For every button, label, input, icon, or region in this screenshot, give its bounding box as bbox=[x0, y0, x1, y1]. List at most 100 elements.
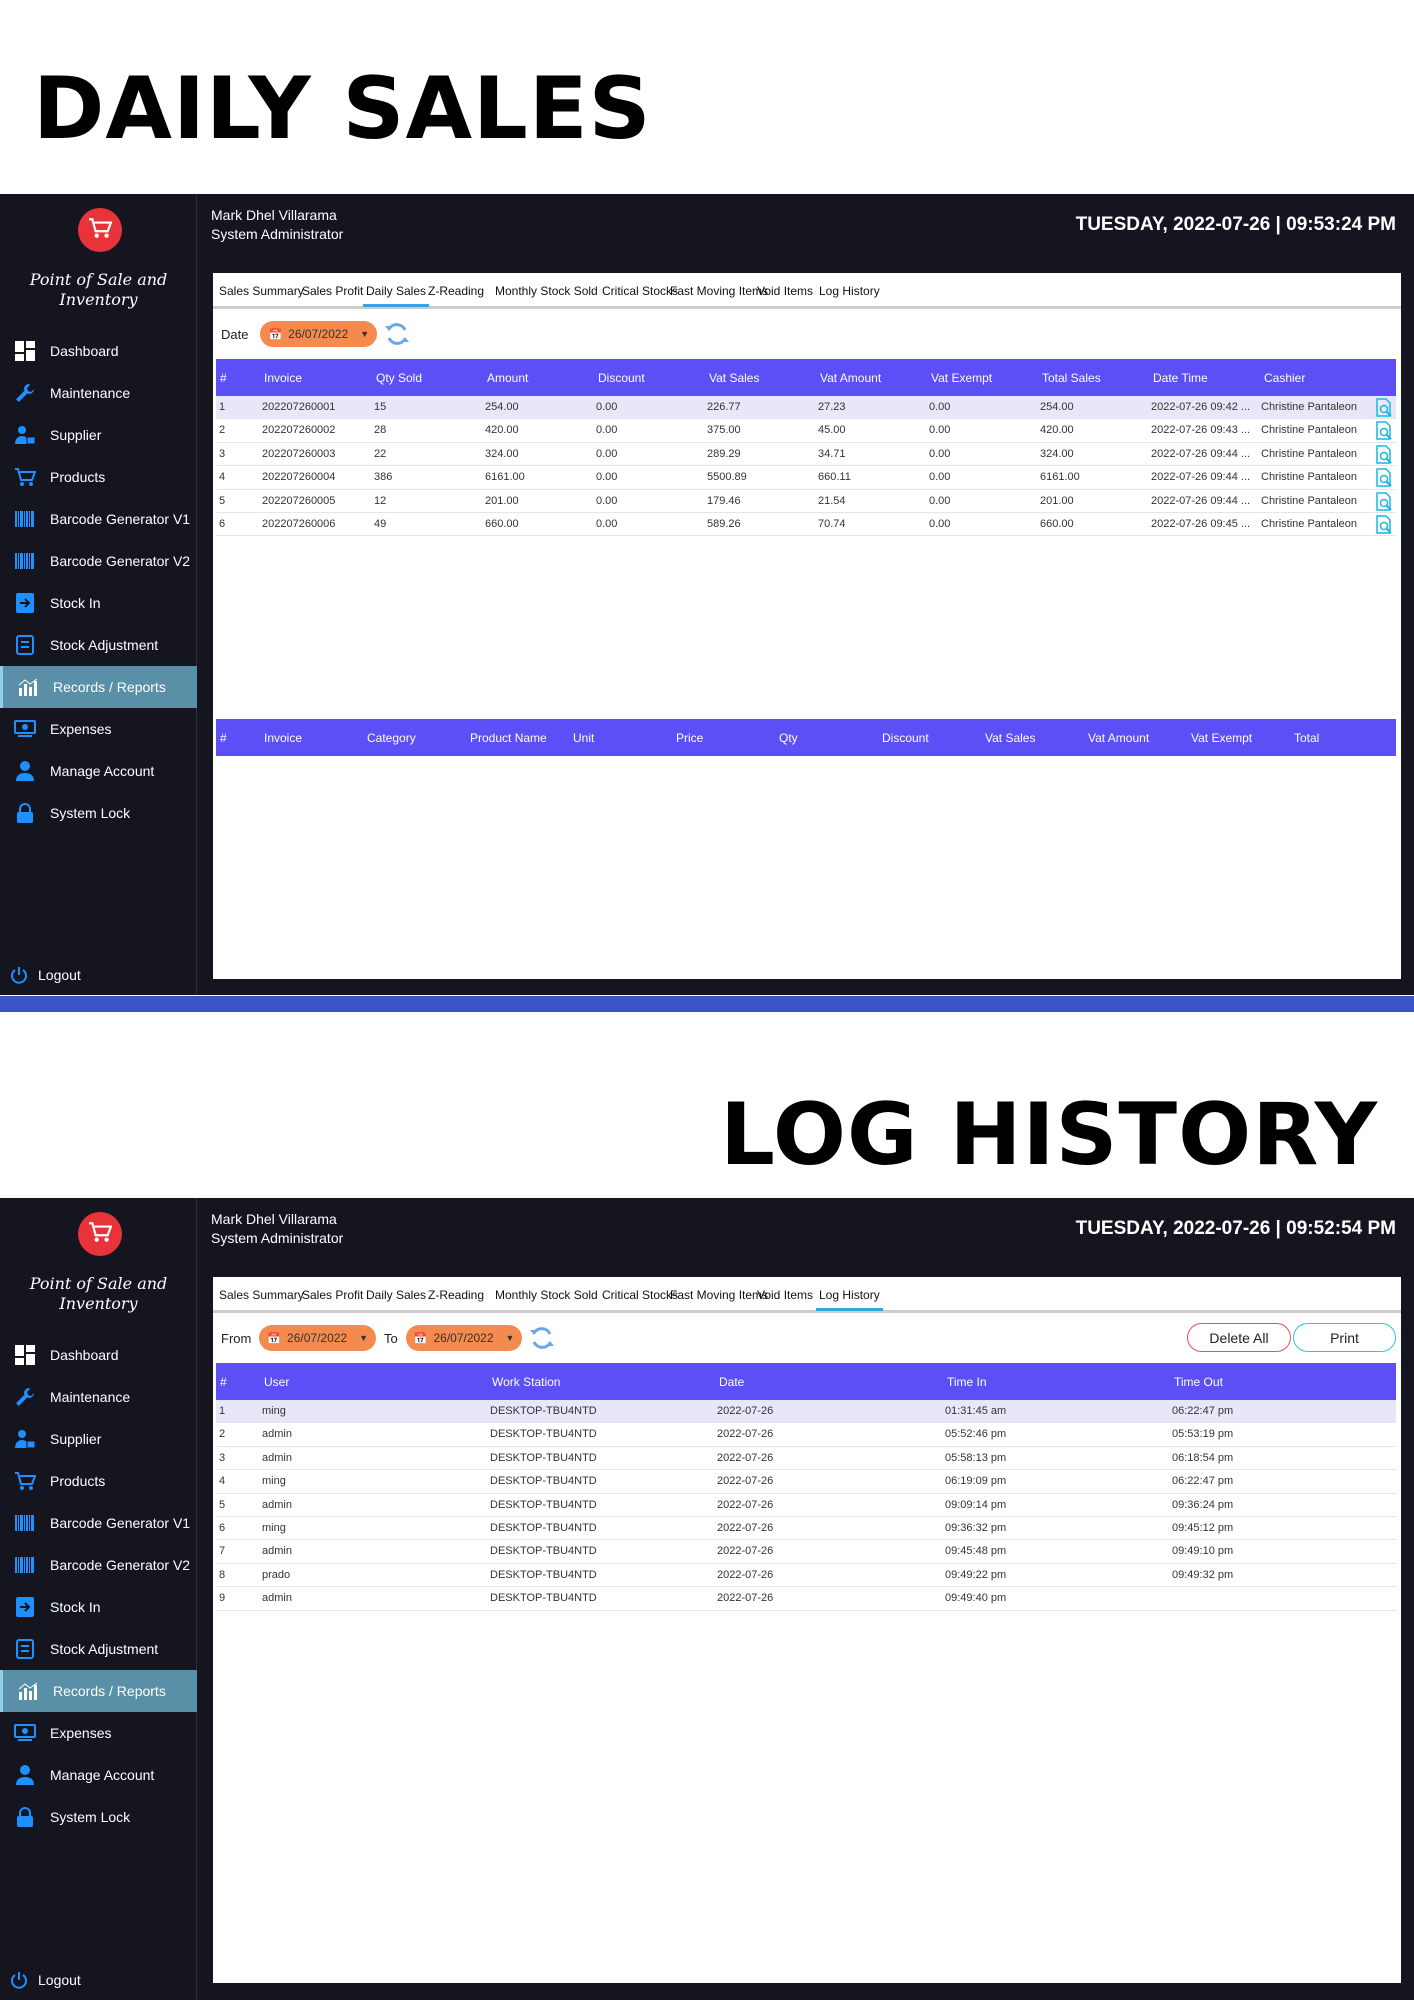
table-row[interactable]: 1 ming DESKTOP-TBU4NTD 2022-07-26 01:31:45 a… bbox=[216, 1400, 1396, 1424]
view-details-icon[interactable] bbox=[1374, 515, 1394, 538]
tab-void-items[interactable]: Void Items bbox=[757, 284, 813, 298]
view-details-icon[interactable] bbox=[1374, 398, 1394, 421]
table-cell: 6 bbox=[219, 1521, 226, 1534]
view-details-icon[interactable] bbox=[1374, 445, 1394, 468]
sidebar-item-barcode-v1[interactable]: Barcode Generator V1 bbox=[0, 498, 197, 540]
column-header: # bbox=[220, 1375, 227, 1389]
table-row[interactable]: 5 admin DESKTOP-TBU4NTD 2022-07-26 09:09:14 … bbox=[216, 1494, 1396, 1517]
table-row[interactable]: 3 admin DESKTOP-TBU4NTD 2022-07-26 05:58:13 … bbox=[216, 1447, 1396, 1471]
table-cell: 0.00 bbox=[929, 494, 951, 507]
table-cell: 7 bbox=[219, 1545, 226, 1558]
sidebar-item-dashboard[interactable]: Dashboard bbox=[0, 1334, 197, 1376]
sidebar-item-expenses[interactable]: Expenses bbox=[0, 708, 197, 750]
table-cell: 2022-07-26 09:44 ... bbox=[1151, 447, 1251, 460]
table-row[interactable]: 6 202207260006 49 660.00 0.00 589.26 70.74 0.00… bbox=[216, 513, 1396, 538]
sidebar-item-maintenance[interactable]: Maintenance bbox=[0, 1376, 197, 1418]
from-date-picker[interactable]: 📅 26/07/2022 ▼ bbox=[259, 1325, 377, 1351]
table-cell: admin bbox=[262, 1545, 292, 1558]
table-cell: 09:49:22 pm bbox=[945, 1568, 1007, 1581]
table-row[interactable]: 3 202207260003 22 324.00 0.00 289.29 34.71 0.00… bbox=[216, 443, 1396, 468]
view-details-icon[interactable] bbox=[1374, 421, 1394, 444]
tab-critical-stocks[interactable]: Critical Stocks bbox=[602, 1288, 678, 1302]
delete-all-button[interactable]: Delete All bbox=[1187, 1323, 1291, 1352]
tab-sales-summary[interactable]: Sales Summary bbox=[219, 284, 304, 298]
table-row[interactable]: 6 ming DESKTOP-TBU4NTD 2022-07-26 09:36:32 p… bbox=[216, 1517, 1396, 1541]
table-cell: 3 bbox=[219, 447, 226, 460]
table-row[interactable]: 2 202207260002 28 420.00 0.00 375.00 45.00 0.00… bbox=[216, 419, 1396, 444]
tab-critical-stocks[interactable]: Critical Stocks bbox=[602, 284, 678, 298]
sidebar-item-barcode-v2[interactable]: Barcode Generator V2 bbox=[0, 1544, 197, 1586]
sidebar-item-stock-adjustment[interactable]: Stock Adjustment bbox=[0, 1628, 197, 1670]
sidebar-item-products[interactable]: Products bbox=[0, 1460, 197, 1502]
table-cell: 2022-07-26 09:44 ... bbox=[1151, 471, 1251, 484]
user-name: Mark Dhel Villarama bbox=[211, 1211, 337, 1227]
chart-icon bbox=[3, 678, 53, 696]
tab-fast-moving-items[interactable]: Fast Moving Items bbox=[670, 1288, 768, 1302]
sidebar-item-stock-adjustment[interactable]: Stock Adjustment bbox=[0, 624, 197, 666]
tab-daily-sales[interactable]: Daily Sales bbox=[366, 1288, 426, 1302]
refresh-icon[interactable] bbox=[383, 320, 411, 348]
refresh-icon[interactable] bbox=[528, 1324, 556, 1352]
sidebar-item-records-reports[interactable]: Records / Reports bbox=[0, 666, 197, 708]
sidebar-item-manage-account[interactable]: Manage Account bbox=[0, 750, 197, 792]
sidebar-item-dashboard[interactable]: Dashboard bbox=[0, 330, 197, 372]
table-row[interactable]: 8 prado DESKTOP-TBU4NTD 2022-07-26 09:49:22 … bbox=[216, 1564, 1396, 1588]
table-row[interactable]: 4 202207260004 386 6161.00 0.00 5500.89 660.11… bbox=[216, 466, 1396, 491]
table-row[interactable]: 7 admin DESKTOP-TBU4NTD 2022-07-26 09:45:48 … bbox=[216, 1540, 1396, 1564]
view-details-icon[interactable] bbox=[1374, 491, 1394, 515]
tab-sales-profit[interactable]: Sales Profit bbox=[302, 284, 363, 298]
sidebar-item-records-reports[interactable]: Records / Reports bbox=[0, 1670, 197, 1712]
table-cell: 6161.00 bbox=[485, 471, 525, 484]
tab-sales-summary[interactable]: Sales Summary bbox=[219, 1288, 304, 1302]
log-history-screen: Point of Sale and Inventory Dashboard Maint… bbox=[0, 1198, 1414, 2000]
table-row[interactable]: 5 202207260005 12 201.00 0.00 179.46 21.54 0.00… bbox=[216, 490, 1396, 513]
column-header: Total Sales bbox=[1042, 371, 1101, 385]
sidebar-item-manage-account[interactable]: Manage Account bbox=[0, 1754, 197, 1796]
tab-void-items[interactable]: Void Items bbox=[757, 1288, 813, 1302]
tab-log-history[interactable]: Log History bbox=[816, 1288, 883, 1311]
sidebar-item-barcode-v1[interactable]: Barcode Generator V1 bbox=[0, 1502, 197, 1544]
app-title: Point of Sale and Inventory bbox=[0, 270, 197, 310]
print-button[interactable]: Print bbox=[1293, 1323, 1396, 1352]
table-cell: 289.29 bbox=[707, 447, 741, 460]
sidebar-item-stock-in[interactable]: Stock In bbox=[0, 1586, 197, 1628]
sidebar-item-supplier[interactable]: Supplier bbox=[0, 414, 197, 456]
table-row[interactable]: 1 202207260001 15 254.00 0.00 226.77 27.23 0.00… bbox=[216, 396, 1396, 421]
tab-z-reading[interactable]: Z-Reading bbox=[428, 284, 484, 298]
sidebar-item-stock-in[interactable]: Stock In bbox=[0, 582, 197, 624]
sidebar-item-products[interactable]: Products bbox=[0, 456, 197, 498]
tab-monthly-stock-sold[interactable]: Monthly Stock Sold bbox=[495, 1288, 598, 1302]
logout-button[interactable]: Logout bbox=[0, 961, 197, 989]
table-row[interactable]: 2 admin DESKTOP-TBU4NTD 2022-07-26 05:52:46 … bbox=[216, 1423, 1396, 1447]
sidebar-item-supplier[interactable]: Supplier bbox=[0, 1418, 197, 1460]
table-cell: admin bbox=[262, 1498, 292, 1511]
tab-z-reading[interactable]: Z-Reading bbox=[428, 1288, 484, 1302]
sidebar-item-label: Maintenance bbox=[50, 385, 131, 401]
tab-fast-moving-items[interactable]: Fast Moving Items bbox=[670, 284, 768, 298]
date-picker[interactable]: 📅 26/07/2022 ▼ bbox=[260, 321, 378, 347]
dashboard-icon bbox=[0, 1345, 50, 1365]
table-row[interactable]: 9 admin DESKTOP-TBU4NTD 2022-07-26 09:49:40 … bbox=[216, 1587, 1396, 1611]
sidebar-item-expenses[interactable]: Expenses bbox=[0, 1712, 197, 1754]
tab-sales-profit[interactable]: Sales Profit bbox=[302, 1288, 363, 1302]
user-icon bbox=[0, 761, 50, 781]
table-cell: 0.00 bbox=[596, 494, 618, 507]
table-cell: 202207260002 bbox=[262, 424, 336, 437]
view-details-icon[interactable] bbox=[1374, 468, 1394, 491]
table-cell: 2022-07-26 bbox=[717, 1545, 774, 1558]
table-cell: 8 bbox=[219, 1568, 226, 1581]
tab-monthly-stock-sold[interactable]: Monthly Stock Sold bbox=[495, 284, 598, 298]
sidebar-item-barcode-v2[interactable]: Barcode Generator V2 bbox=[0, 540, 197, 582]
sidebar-item-system-lock[interactable]: System Lock bbox=[0, 1796, 197, 1838]
table-cell: 05:53:19 pm bbox=[1172, 1428, 1234, 1441]
sidebar-item-system-lock[interactable]: System Lock bbox=[0, 792, 197, 834]
to-date-picker[interactable]: 📅 26/07/2022 ▼ bbox=[405, 1325, 523, 1351]
tab-daily-sales[interactable]: Daily Sales bbox=[362, 284, 430, 307]
tab-log-history[interactable]: Log History bbox=[819, 284, 880, 298]
table-row[interactable]: 4 ming DESKTOP-TBU4NTD 2022-07-26 06:19:09 p… bbox=[216, 1470, 1396, 1494]
column-header: Qty Sold bbox=[376, 371, 423, 385]
logout-button[interactable]: Logout bbox=[0, 1966, 197, 1994]
column-header: Date bbox=[719, 1375, 745, 1389]
user-role: System Administrator bbox=[211, 1230, 344, 1246]
sidebar-item-maintenance[interactable]: Maintenance bbox=[0, 372, 197, 414]
